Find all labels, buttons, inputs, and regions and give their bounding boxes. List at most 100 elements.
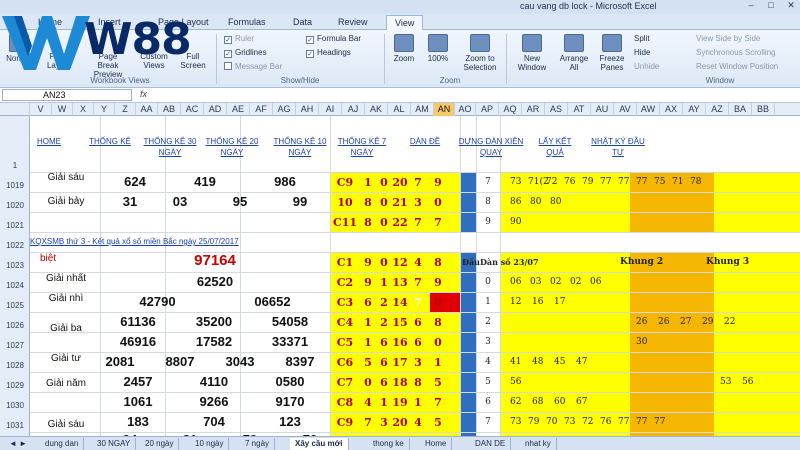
row-header[interactable]: 1019 xyxy=(0,181,30,190)
sheet-tab[interactable]: 20 ngày xyxy=(140,438,180,450)
arrange-all-button[interactable]: Arrange All xyxy=(556,34,592,72)
row-header[interactable]: 1022 xyxy=(0,241,30,250)
ruler-checkbox[interactable]: ✓ Ruler xyxy=(224,34,254,44)
dan-de-cell[interactable]: 0 xyxy=(376,216,392,229)
dan-de-cell[interactable]: 1 xyxy=(430,356,446,369)
dan-de-cell[interactable]: 0 xyxy=(376,256,392,269)
column-header[interactable]: BB xyxy=(752,103,775,116)
dan-de-cell[interactable]: 1 xyxy=(410,396,426,409)
dan-de-cell[interactable]: 2 xyxy=(376,296,392,309)
dan-de-cell[interactable]: 6 xyxy=(376,336,392,349)
dan-de-cell[interactable]: 14 xyxy=(392,296,408,309)
dan-de-cell[interactable]: 3 xyxy=(410,196,426,209)
dan-de-cell[interactable]: 2 xyxy=(376,316,392,329)
column-header[interactable]: AG xyxy=(273,103,296,116)
sheet-tab[interactable]: 10 ngày xyxy=(190,438,230,450)
tab-review[interactable]: Review xyxy=(330,15,376,30)
dan-de-cell[interactable]: 5 xyxy=(430,376,446,389)
dan-de-cell[interactable]: 1 xyxy=(360,176,376,189)
column-header[interactable]: AN xyxy=(434,103,455,116)
dan-de-cell[interactable]: 6 xyxy=(360,296,376,309)
dan-de-cell[interactable]: 1 xyxy=(360,316,376,329)
column-header[interactable]: AM xyxy=(411,103,434,116)
row-header[interactable]: 1031 xyxy=(0,421,30,430)
sheet-tab[interactable]: Xây cầu mới xyxy=(290,438,349,450)
column-header[interactable]: AJ xyxy=(342,103,365,116)
sheet-tab[interactable]: Home xyxy=(420,438,453,450)
column-header[interactable]: AW xyxy=(637,103,660,116)
dan-de-cell[interactable]: 8 xyxy=(430,256,446,269)
column-header[interactable]: AI xyxy=(319,103,342,116)
formula-bar-checkbox[interactable]: ✓ Formula Bar xyxy=(306,34,361,44)
column-header[interactable]: AH xyxy=(296,103,319,116)
dan-de-cell[interactable]: 7 xyxy=(410,216,426,229)
link-lay-ket-qua[interactable]: LẤY KẾT QUẢ xyxy=(530,136,580,158)
sheet-tab[interactable]: thong ke xyxy=(368,438,410,450)
row-header[interactable]: 1027 xyxy=(0,341,30,350)
sheet-tab[interactable]: 30 NGAY xyxy=(92,438,137,450)
column-header[interactable]: AT xyxy=(568,103,591,116)
dan-de-cell[interactable]: 6 xyxy=(376,356,392,369)
dan-de-cell[interactable]: C9 xyxy=(332,416,358,429)
dan-de-cell[interactable]: 6 xyxy=(410,316,426,329)
dan-de-cell[interactable]: C6 xyxy=(332,356,358,369)
link-nhat-ky[interactable]: NHẬT KÝ ĐẦU TƯ xyxy=(590,136,646,158)
dan-de-cell[interactable]: 8 xyxy=(360,216,376,229)
column-header[interactable]: X xyxy=(73,103,94,116)
dan-de-cell[interactable]: 13 xyxy=(392,276,408,289)
dan-de-cell[interactable]: 0 xyxy=(430,196,446,209)
new-window-button[interactable]: New Window xyxy=(512,34,552,72)
dan-de-cell[interactable]: 1 xyxy=(376,276,392,289)
freeze-panes-button[interactable]: Freeze Panes xyxy=(594,34,630,72)
dan-de-cell[interactable]: C7 xyxy=(332,376,358,389)
synchronous-scrolling-button[interactable]: Synchronous Scrolling xyxy=(696,48,776,57)
row-header[interactable]: 1 xyxy=(0,161,30,170)
tab-formulas[interactable]: Formulas xyxy=(220,15,274,30)
link-home[interactable]: HOME xyxy=(30,136,68,147)
column-header[interactable]: AA xyxy=(136,103,158,116)
dan-de-cell[interactable]: 7 xyxy=(430,216,446,229)
column-header[interactable]: AR xyxy=(522,103,545,116)
dan-de-cell[interactable]: 20 xyxy=(392,176,408,189)
maximize-icon[interactable]: □ xyxy=(760,0,782,13)
dan-de-cell[interactable]: C9 xyxy=(332,176,358,189)
link-tk20[interactable]: THỐNG KÊ 20 NGÀY xyxy=(202,136,262,158)
spreadsheet-grid[interactable]: HOME THỐNG KÊ THỐNG KÊ 30 NGÀY THỐNG KÊ 20 … xyxy=(30,116,800,436)
column-header[interactable]: AD xyxy=(204,103,227,116)
close-icon[interactable]: ✕ xyxy=(780,0,800,13)
dan-de-cell[interactable]: 0 xyxy=(430,336,446,349)
tab-data[interactable]: Data xyxy=(285,15,320,30)
column-header[interactable]: AP xyxy=(476,103,499,116)
zoom-button[interactable]: Zoom xyxy=(390,34,418,63)
corner-select-all[interactable] xyxy=(0,103,30,116)
split-button[interactable]: Split xyxy=(634,34,650,43)
dan-de-cell[interactable]: 16 xyxy=(392,336,408,349)
reset-window-position-button[interactable]: Reset Window Position xyxy=(696,62,778,71)
dan-de-cell[interactable]: 9 xyxy=(360,276,376,289)
zoom-100-button[interactable]: 100% xyxy=(424,34,452,63)
column-header[interactable]: AC xyxy=(181,103,204,116)
row-header[interactable]: 1028 xyxy=(0,361,30,370)
dan-de-cell[interactable]: 6 xyxy=(376,376,392,389)
column-header[interactable]: Z xyxy=(115,103,136,116)
dan-de-cell[interactable]: C5 xyxy=(332,336,358,349)
column-header[interactable]: AU xyxy=(591,103,614,116)
dan-de-cell[interactable]: C3 xyxy=(332,296,358,309)
dan-de-cell[interactable]: 5 xyxy=(430,416,446,429)
link-thong-ke[interactable]: THỐNG KÊ xyxy=(78,136,142,147)
link-tk10[interactable]: THỐNG KÊ 10 NGÀY xyxy=(270,136,330,158)
link-dan-de[interactable]: DÀN ĐỀ xyxy=(402,136,448,147)
dan-de-cell[interactable]: 9 xyxy=(360,256,376,269)
column-header[interactable]: AB xyxy=(158,103,181,116)
link-tk30[interactable]: THỐNG KÊ 30 NGÀY xyxy=(140,136,200,158)
dan-de-cell[interactable]: C4 xyxy=(332,316,358,329)
dan-de-cell[interactable]: 7 xyxy=(410,176,426,189)
row-header[interactable]: 1024 xyxy=(0,281,30,290)
dan-de-cell[interactable]: C11 xyxy=(332,216,358,229)
dan-de-cell[interactable]: 3 xyxy=(410,356,426,369)
dan-de-cell[interactable]: 7 xyxy=(360,416,376,429)
dan-de-cell[interactable]: 19 xyxy=(392,396,408,409)
sheet-tab[interactable]: dung dan xyxy=(40,438,85,450)
dan-de-cell[interactable]: C1 xyxy=(332,256,358,269)
dan-de-cell[interactable]: 0 xyxy=(360,376,376,389)
